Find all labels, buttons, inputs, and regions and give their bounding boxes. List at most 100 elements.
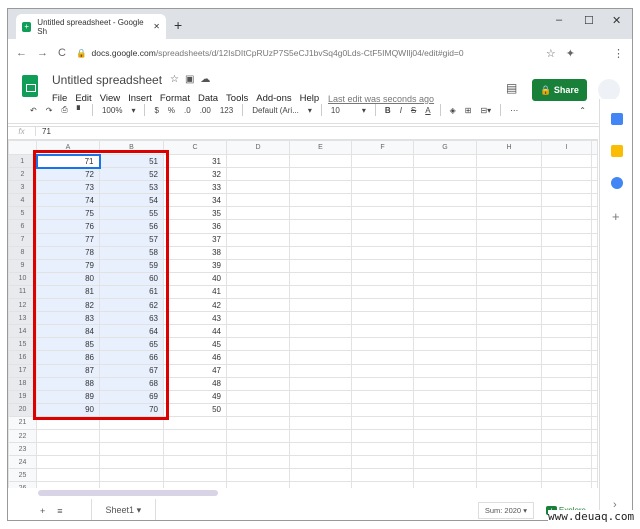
cell-c25[interactable] bbox=[163, 468, 227, 483]
cell-h12[interactable] bbox=[476, 298, 542, 313]
move-folder-icon[interactable]: ▣ bbox=[185, 74, 200, 85]
decrease-decimal-button[interactable]: .0 bbox=[184, 106, 191, 115]
merge-cells-icon[interactable]: ⊟▾ bbox=[480, 106, 491, 115]
cell-d26[interactable] bbox=[226, 481, 290, 488]
cell-b6[interactable]: 56 bbox=[99, 219, 164, 234]
row-header[interactable]: 11 bbox=[8, 284, 37, 300]
cell-c5[interactable]: 35 bbox=[163, 206, 227, 221]
cell-a24[interactable] bbox=[36, 455, 100, 470]
text-color-button[interactable]: A bbox=[425, 106, 430, 115]
cell-e3[interactable] bbox=[289, 180, 352, 195]
cell-i24[interactable] bbox=[541, 455, 592, 470]
cell-c7[interactable]: 37 bbox=[163, 232, 227, 247]
star-icon[interactable]: ☆ bbox=[170, 74, 185, 85]
collapse-toolbar-icon[interactable]: ⌃ bbox=[579, 106, 586, 115]
cell-f18[interactable] bbox=[351, 376, 414, 391]
cell-e19[interactable] bbox=[289, 389, 352, 404]
keep-icon[interactable] bbox=[611, 145, 623, 157]
cell-c19[interactable]: 49 bbox=[163, 389, 227, 404]
back-icon[interactable]: ← bbox=[16, 47, 27, 59]
cell-h25[interactable] bbox=[476, 468, 542, 483]
close-tab-icon[interactable]: ✕ bbox=[153, 22, 160, 31]
cell-g19[interactable] bbox=[413, 389, 477, 404]
cell-d20[interactable] bbox=[226, 402, 290, 417]
cell-g8[interactable] bbox=[413, 245, 477, 260]
column-header-f[interactable]: F bbox=[351, 140, 414, 155]
cell-e16[interactable] bbox=[289, 350, 352, 365]
cell-a5[interactable]: 75 bbox=[36, 206, 100, 221]
cell-c12[interactable]: 42 bbox=[163, 298, 227, 313]
cell-a16[interactable]: 86 bbox=[36, 350, 100, 365]
cell-a26[interactable] bbox=[36, 481, 100, 488]
cell-c24[interactable] bbox=[163, 455, 227, 470]
cell-e18[interactable] bbox=[289, 376, 352, 391]
row-header[interactable]: 13 bbox=[8, 311, 37, 326]
cell-d11[interactable] bbox=[226, 284, 290, 300]
column-header-i[interactable]: I bbox=[541, 140, 592, 155]
cell-a13[interactable]: 83 bbox=[36, 311, 100, 326]
cell-b24[interactable] bbox=[99, 455, 164, 470]
cell-i25[interactable] bbox=[541, 468, 592, 483]
cell-c13[interactable]: 43 bbox=[163, 311, 227, 326]
cell-f24[interactable] bbox=[351, 455, 414, 470]
column-header-g[interactable]: G bbox=[413, 140, 477, 155]
cell-a25[interactable] bbox=[36, 468, 100, 483]
cell-b9[interactable]: 59 bbox=[99, 258, 164, 273]
cell-d4[interactable] bbox=[226, 193, 290, 208]
cell-i19[interactable] bbox=[541, 389, 592, 404]
cell-c2[interactable]: 32 bbox=[163, 167, 227, 182]
cell-h8[interactable] bbox=[476, 245, 542, 260]
add-addon-icon[interactable]: + bbox=[612, 209, 620, 224]
cell-c14[interactable]: 44 bbox=[163, 324, 227, 339]
cell-b26[interactable] bbox=[99, 481, 164, 488]
row-header[interactable]: 8 bbox=[8, 245, 37, 260]
forward-icon[interactable]: → bbox=[37, 47, 48, 59]
cell-b19[interactable]: 69 bbox=[99, 389, 164, 404]
cell-h17[interactable] bbox=[476, 363, 542, 378]
cell-b11[interactable]: 61 bbox=[99, 284, 164, 300]
all-sheets-icon[interactable]: ≡ bbox=[57, 506, 62, 516]
currency-button[interactable]: $ bbox=[154, 106, 158, 115]
cell-h7[interactable] bbox=[476, 232, 542, 247]
zoom-select[interactable]: 100% bbox=[102, 106, 122, 115]
cell-a8[interactable]: 78 bbox=[36, 245, 100, 260]
cell-d5[interactable] bbox=[226, 206, 290, 221]
cell-f6[interactable] bbox=[351, 219, 414, 234]
cell-d10[interactable] bbox=[226, 271, 290, 286]
cell-a11[interactable]: 81 bbox=[36, 284, 100, 300]
cell-i3[interactable] bbox=[541, 180, 592, 195]
fill-color-icon[interactable]: ◈ bbox=[450, 106, 456, 115]
row-header[interactable]: 20 bbox=[8, 402, 37, 417]
cell-h3[interactable] bbox=[476, 180, 542, 195]
cell-h21[interactable] bbox=[476, 415, 542, 430]
cell-a21[interactable] bbox=[36, 415, 100, 430]
borders-icon[interactable]: ⊞ bbox=[465, 106, 472, 115]
cell-f1[interactable] bbox=[351, 153, 414, 169]
cell-a19[interactable]: 89 bbox=[36, 389, 100, 404]
cell-i14[interactable] bbox=[541, 324, 592, 339]
font-select[interactable]: Default (Ari... bbox=[252, 106, 299, 115]
cell-e5[interactable] bbox=[289, 206, 352, 221]
row-header[interactable]: 14 bbox=[8, 324, 37, 339]
cell-f10[interactable] bbox=[351, 271, 414, 286]
share-button[interactable]: 🔒 Share bbox=[532, 79, 587, 101]
cell-f2[interactable] bbox=[351, 167, 414, 182]
cell-g17[interactable] bbox=[413, 363, 477, 378]
cell-a7[interactable]: 77 bbox=[36, 232, 100, 247]
cell-d18[interactable] bbox=[226, 376, 290, 391]
cell-c16[interactable]: 46 bbox=[163, 350, 227, 365]
cell-a22[interactable] bbox=[36, 428, 100, 444]
strikethrough-button[interactable]: S bbox=[411, 106, 416, 115]
cell-c18[interactable]: 48 bbox=[163, 376, 227, 391]
cell-b18[interactable]: 68 bbox=[99, 376, 164, 391]
cell-f16[interactable] bbox=[351, 350, 414, 365]
cell-h2[interactable] bbox=[476, 167, 542, 182]
column-header-h[interactable]: H bbox=[476, 140, 542, 155]
tasks-icon[interactable] bbox=[611, 177, 623, 189]
row-header[interactable]: 26 bbox=[8, 481, 37, 488]
cell-d14[interactable] bbox=[226, 324, 290, 339]
spreadsheet-grid[interactable]: A B C D E F G H I 1 71 51 31 2 72 52 32 3 73 53 33 4 74 54 34 5 75… bbox=[8, 140, 598, 488]
cell-f20[interactable] bbox=[351, 402, 414, 417]
cell-i2[interactable] bbox=[541, 167, 592, 182]
column-header-c[interactable]: C bbox=[163, 140, 227, 155]
